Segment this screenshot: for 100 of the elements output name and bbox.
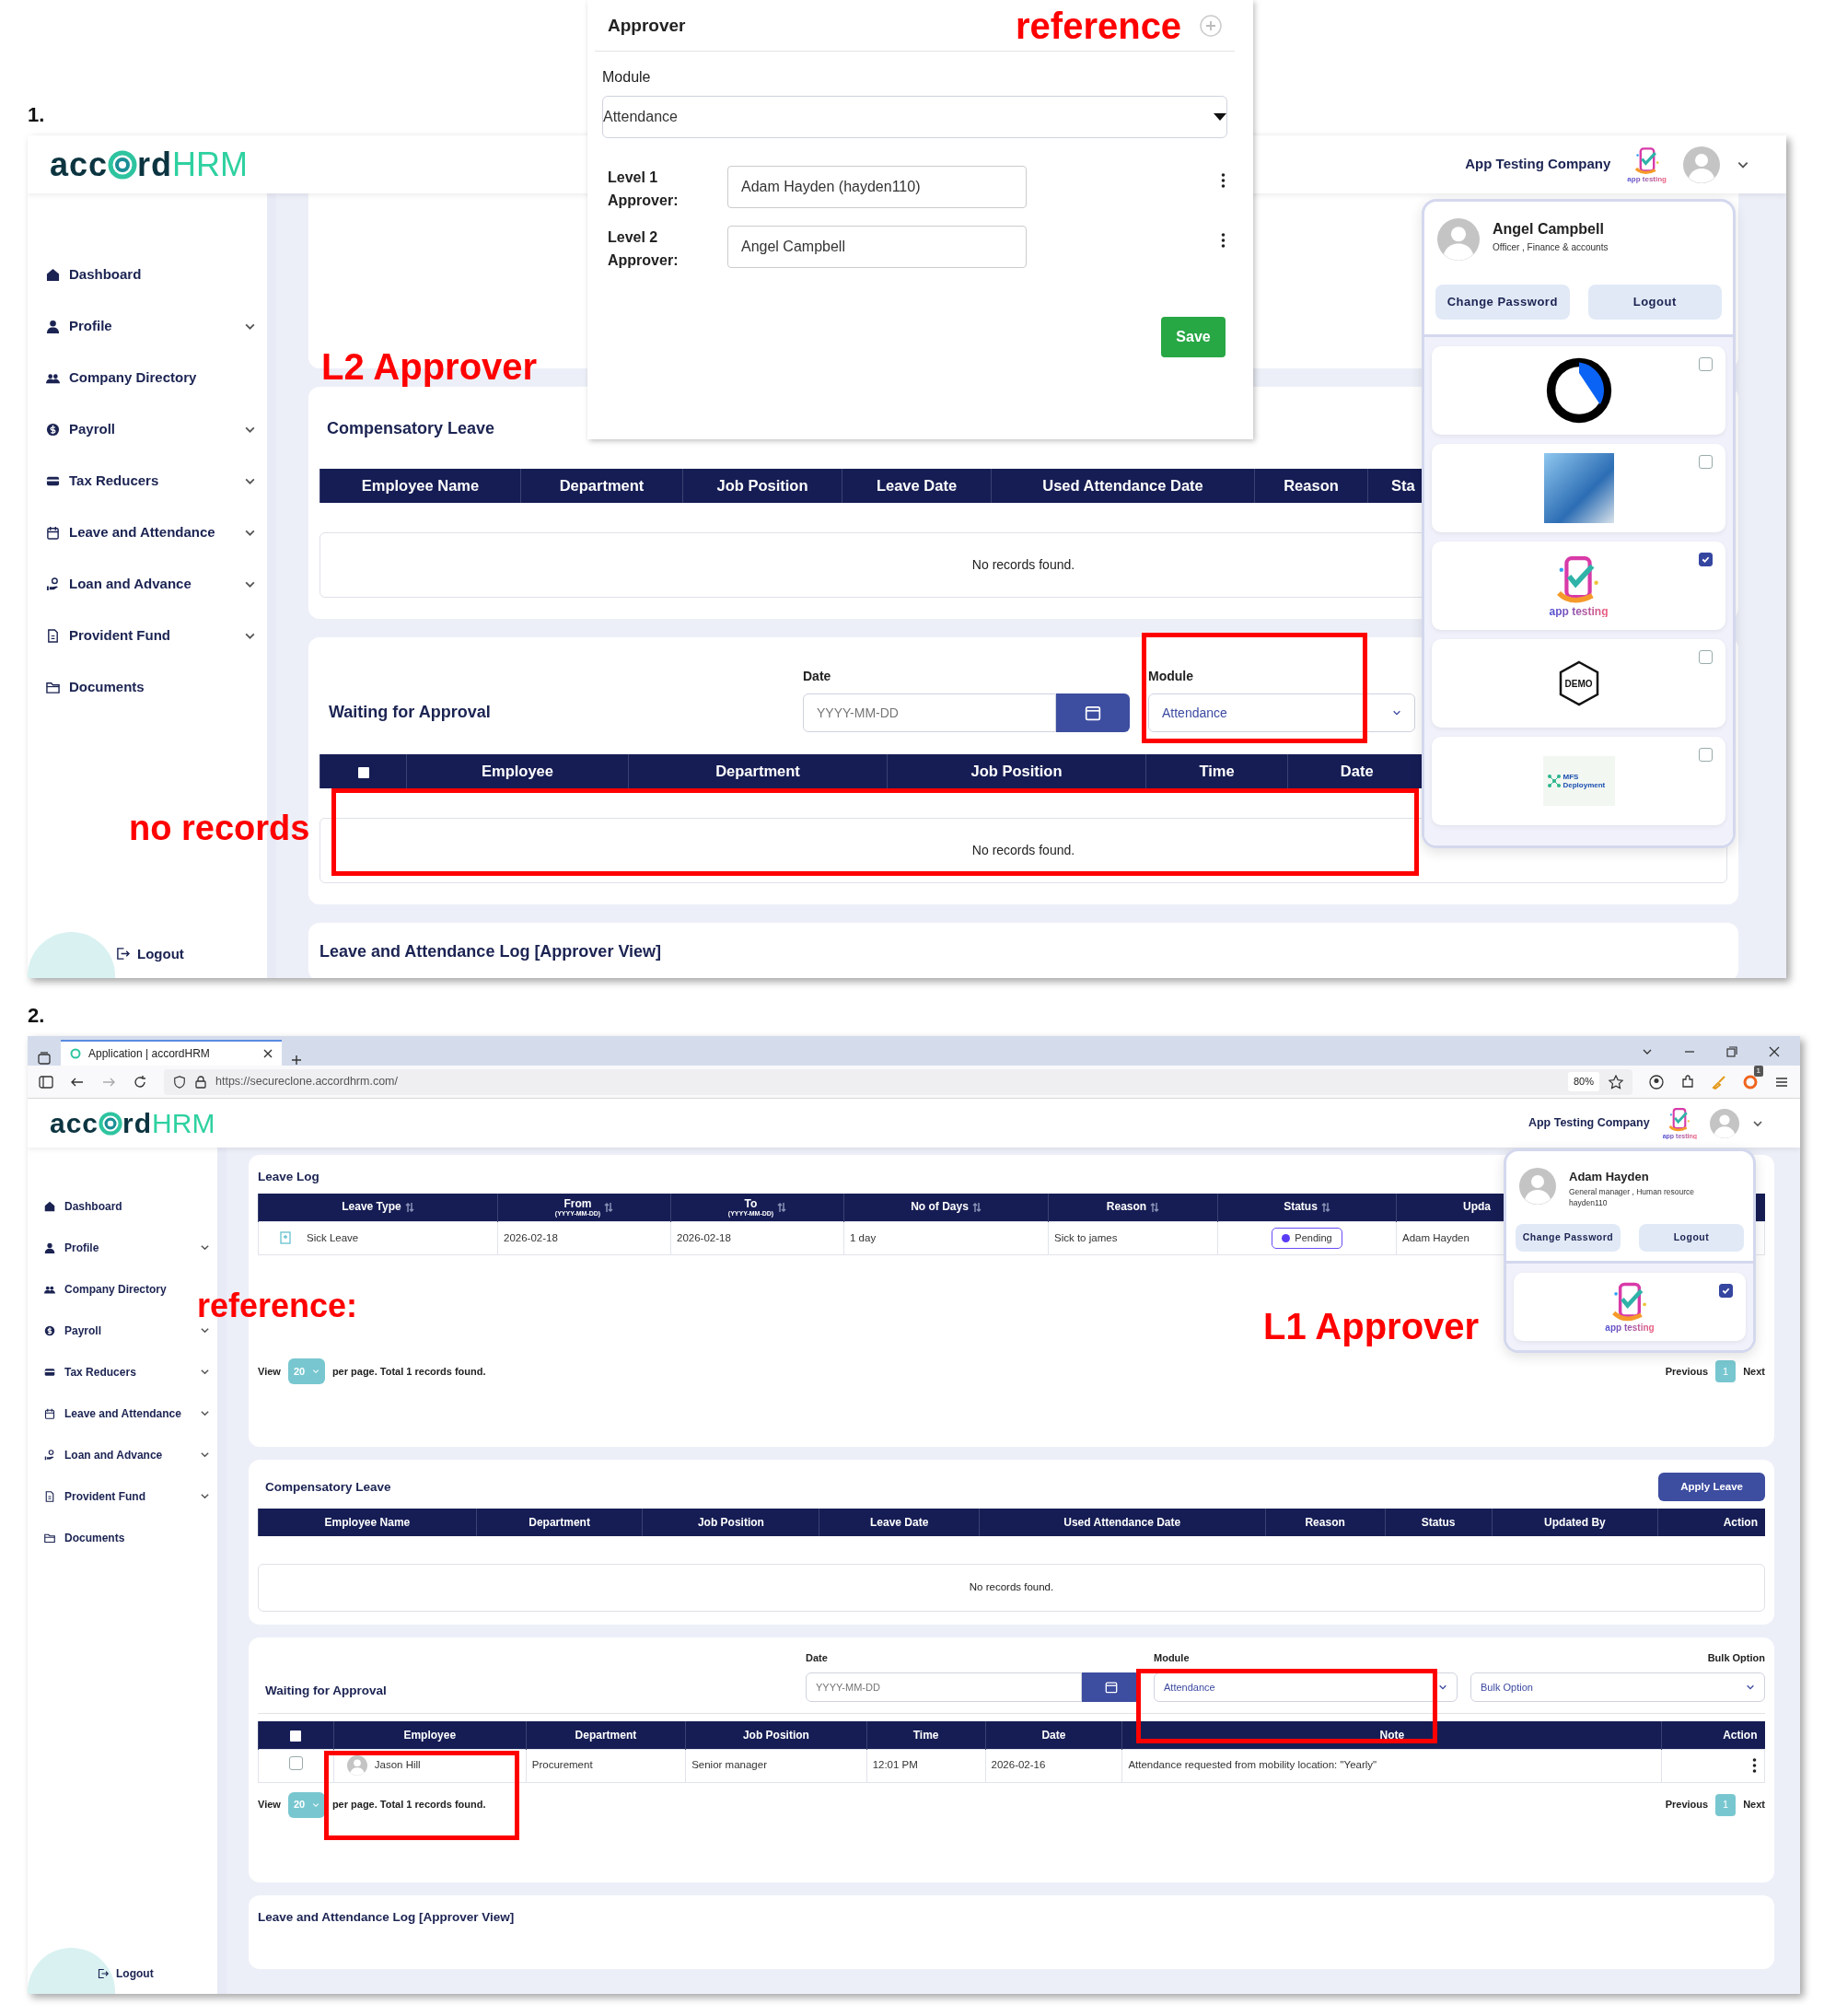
sidebar-item[interactable]: Profile — [46, 309, 256, 343]
company-option[interactable]: app testing — [1514, 1273, 1746, 1341]
folder-icon — [44, 1532, 55, 1544]
sidebar-icon[interactable] — [39, 1074, 53, 1090]
close-icon[interactable] — [263, 1049, 273, 1058]
sidebar-item[interactable]: Loan and Advance — [44, 1442, 210, 1467]
company-name: App Testing Company — [1528, 1115, 1650, 1132]
sidebar-item[interactable]: Payroll — [46, 413, 256, 446]
approver-field[interactable]: Adam Hayden (hayden110) — [727, 165, 1027, 208]
company-option[interactable] — [1432, 346, 1725, 435]
card-icon — [44, 1366, 55, 1378]
sidebar-item[interactable]: Profile — [44, 1235, 210, 1260]
close-icon[interactable] — [1769, 1046, 1780, 1057]
module-select[interactable]: Attendance — [1154, 1672, 1458, 1702]
records-summary: per page. Total 1 records found. — [331, 1364, 486, 1379]
table-cell: 2026-02-18 — [497, 1221, 671, 1255]
document-icon — [46, 628, 60, 643]
sidebar-item[interactable]: Tax Reducers — [46, 464, 256, 497]
more-options-icon[interactable] — [1752, 1758, 1757, 1774]
logout-link[interactable]: Logout — [92, 1964, 159, 1983]
previous-link[interactable]: Previous — [1665, 1797, 1709, 1812]
section-title: Waiting for Approval — [329, 702, 492, 723]
chevron-down-icon — [311, 1367, 319, 1375]
tab-overview-icon[interactable] — [37, 1051, 52, 1066]
account-icon[interactable] — [1649, 1074, 1664, 1090]
table-header: Reason — [1254, 469, 1368, 503]
table-header: Department — [526, 1721, 686, 1749]
checkbox-icon[interactable] — [290, 1730, 302, 1742]
tab-title: Application | accordHRM — [88, 1046, 211, 1062]
company-option[interactable]: app testing — [1432, 542, 1725, 630]
field-label: Module — [1148, 668, 1194, 685]
reload-icon[interactable] — [133, 1074, 147, 1090]
field-label: Date — [806, 1650, 829, 1665]
change-password-button[interactable]: Change Password — [1435, 285, 1570, 320]
checkbox[interactable] — [1699, 357, 1713, 371]
checkbox[interactable] — [1699, 553, 1713, 566]
section-title: Waiting for Approval — [265, 1682, 387, 1699]
sidebar-item[interactable]: Documents — [44, 1525, 210, 1550]
annotation-label: L1 Approver — [1263, 1308, 1480, 1345]
caret-down-icon — [1214, 112, 1226, 121]
sidebar-item[interactable]: Company Directory — [46, 361, 256, 394]
sidebar-item[interactable]: Dashboard — [46, 258, 256, 291]
previous-link[interactable]: Previous — [1665, 1363, 1709, 1379]
table-cell: 2026-02-16 — [985, 1749, 1122, 1782]
logout-link[interactable]: Logout — [110, 942, 190, 965]
date-field[interactable]: YYYY-MM-DD — [803, 693, 1056, 732]
checkbox[interactable] — [1719, 1284, 1733, 1298]
checkbox-icon[interactable] — [357, 766, 369, 778]
logout-icon — [116, 947, 130, 961]
section-title: Leave Log — [258, 1169, 319, 1185]
next-link[interactable]: Next — [1743, 1797, 1765, 1812]
sidebar-item[interactable]: Provident Fund — [46, 619, 256, 652]
sidebar-item[interactable]: Leave and Attendance — [44, 1401, 210, 1426]
company-option[interactable]: MFS Deployment — [1432, 737, 1725, 825]
calendar-icon — [1105, 1681, 1118, 1694]
bulk-option-select[interactable]: Bulk Option — [1470, 1672, 1765, 1702]
logo-text: rd — [122, 1107, 153, 1140]
records-summary: per page. Total 1 records found. — [331, 1798, 486, 1812]
home-icon — [44, 1200, 55, 1212]
plus-icon[interactable] — [291, 1055, 302, 1066]
table-header: Reason — [1265, 1509, 1386, 1537]
sidebar-item[interactable]: Loan and Advance — [46, 567, 256, 600]
empty-message: No records found. — [258, 1564, 1765, 1612]
puzzle-piece-icon[interactable] — [1680, 1074, 1695, 1090]
date-field[interactable]: YYYY-MM-DD — [806, 1672, 1082, 1702]
browser-tab[interactable]: Application | accordHRM — [61, 1040, 282, 1066]
field-label: Module — [602, 67, 652, 87]
checkbox[interactable] — [1699, 748, 1713, 762]
next-link[interactable]: Next — [1743, 1363, 1765, 1379]
sidebar-item[interactable]: Dashboard — [44, 1194, 210, 1218]
more-options-icon[interactable] — [1221, 232, 1226, 248]
table-cell-text: Sick Leave — [307, 1230, 359, 1245]
logo-caption: app testing — [1605, 1323, 1655, 1333]
sidebar-item[interactable]: Documents — [46, 670, 256, 704]
logout-button[interactable]: Logout — [1639, 1224, 1744, 1252]
checkbox[interactable] — [1699, 650, 1713, 664]
table-header: Status — [1217, 1194, 1397, 1222]
checkbox[interactable] — [1699, 455, 1713, 469]
apply-leave-button[interactable]: Apply Leave — [1658, 1473, 1765, 1502]
sidebar-item[interactable]: Leave and Attendance — [46, 516, 256, 549]
module-select[interactable]: Attendance — [602, 95, 1227, 138]
calendar-button[interactable] — [1056, 693, 1130, 732]
approver-field[interactable]: Angel Campbell — [727, 225, 1027, 268]
url-text[interactable]: https://secureclone.accordhrm.com/ — [215, 1073, 398, 1090]
restore-icon[interactable] — [1726, 1046, 1737, 1057]
browser-extension-icon[interactable] — [1743, 1075, 1758, 1090]
logout-button[interactable]: Logout — [1587, 285, 1722, 320]
company-option[interactable]: DEMO — [1432, 639, 1725, 728]
sidebar-item[interactable]: Provident Fund — [44, 1484, 210, 1509]
change-password-button[interactable]: Change Password — [1516, 1224, 1621, 1252]
sidebar-item[interactable]: Tax Reducers — [44, 1359, 210, 1384]
more-options-icon[interactable] — [1221, 172, 1226, 188]
table-header: Action — [1661, 1721, 1765, 1749]
notification-count: 1 — [1753, 1065, 1763, 1077]
zoom-level[interactable]: 80% — [1567, 1072, 1599, 1091]
module-select[interactable]: Attendance — [1148, 693, 1415, 732]
logo-text: acc — [50, 1107, 99, 1140]
checkbox[interactable] — [288, 1755, 303, 1770]
star-icon[interactable] — [1609, 1074, 1623, 1090]
panel-title: Approver — [608, 15, 686, 37]
